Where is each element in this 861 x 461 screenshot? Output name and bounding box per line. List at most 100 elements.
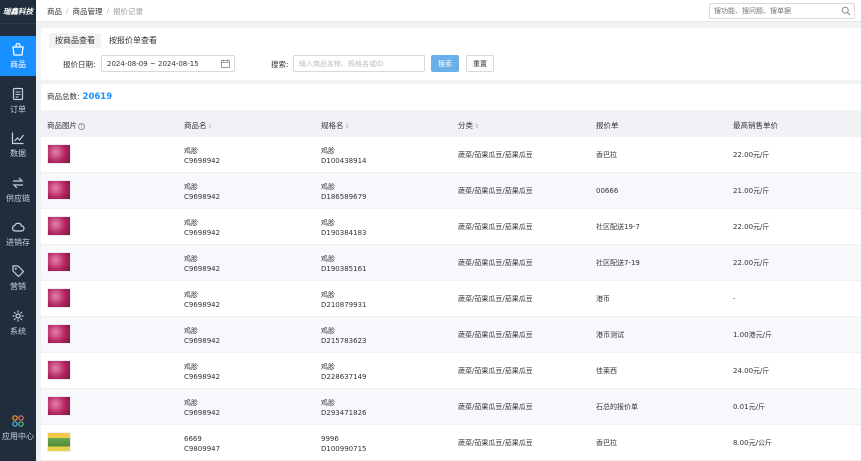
max-price-cell: - [733,294,736,304]
product-image[interactable] [47,432,71,452]
max-price-cell: 22.00元/斤 [733,222,769,232]
search-button[interactable]: 搜索 [431,55,459,72]
breadcrumb-current: 报价记录 [113,7,144,16]
category-cell: 蔬菜/茄果瓜豆/茄果瓜豆 [458,366,533,376]
column-header-sortable[interactable]: 规格名⇕ [321,120,350,131]
product-image[interactable] [47,324,71,344]
product-image[interactable] [47,288,71,308]
max-price: 24.00元/斤 [733,367,770,375]
spec-name: 鸡胗 [321,219,335,227]
spec-name-id: D190384183 [321,229,367,237]
quote-name: 00666 [596,187,619,195]
max-price: 22.00元/斤 [733,151,770,159]
quote-name: 社区配送19-7 [596,223,640,231]
product-image[interactable] [47,396,71,416]
help-icon[interactable]: ? [78,123,85,130]
quote-name-cell: 石总的报价单 [596,402,638,412]
spec-name-id: D293471826 [321,409,367,417]
gear-icon [12,310,24,322]
product-image[interactable] [47,216,71,236]
exchange-icon [12,177,24,189]
sidebar-item-inventory[interactable]: 进销存 [0,214,36,254]
product-name-id: C9809947 [184,445,221,453]
spec-name-id: D210879931 [321,301,367,309]
table-row[interactable]: 鸡胗 C9698942 鸡胗 D215783623 蔬菜/茄果瓜豆/茄果瓜豆 港币测试 1.… [41,317,861,353]
product-image[interactable] [47,180,71,200]
global-search-input[interactable] [710,4,838,18]
product-name-cell: 鸡胗 C9698942 [184,362,220,382]
table-row[interactable]: 鸡胗 C9698942 鸡胗 D190385161 蔬菜/茄果瓜豆/茄果瓜豆 社区配送7-… [41,245,861,281]
breadcrumb-item[interactable]: 商品 [47,7,62,16]
keyword-search-input[interactable] [293,55,425,72]
search-icon[interactable] [841,6,851,16]
category: 蔬菜/茄果瓜豆/茄果瓜豆 [458,331,533,339]
table-row[interactable]: 鸡胗 C9698942 鸡胗 D228637149 蔬菜/茄果瓜豆/茄果瓜豆 佳莱西 24.… [41,353,861,389]
date-range-picker[interactable]: 2024-08-09 ~ 2024-08-15 [101,55,235,72]
max-price-cell: 8.00元/公斤 [733,438,772,448]
spec-name-cell: 鸡胗 D210879931 [321,290,366,310]
tab-by-goods[interactable]: 按商品查看 [49,33,101,48]
sort-icon: ⇕ [207,123,213,130]
spec-name-id: D100438914 [321,157,367,165]
sidebar-item-supply-chain[interactable]: 供应链 [0,170,36,210]
spec-name: 鸡胗 [321,399,335,407]
reset-button[interactable]: 重置 [466,55,494,72]
sidebar-item-label: 应用中心 [2,432,34,441]
sidebar-item-orders[interactable]: 订单 [0,81,36,121]
filter-panel: 按商品查看 按报价单查看 报价日期: 2024-08-09 ~ 2024-08-… [41,28,861,80]
table-row[interactable]: 6669 C9809947 9996 D100990715 蔬菜/茄果瓜豆/茄果瓜豆 香巴… [41,425,861,461]
sidebar-item-label: 商品 [10,60,26,69]
spec-name-id: D190385161 [321,265,367,273]
product-image[interactable] [47,144,71,164]
category: 蔬菜/茄果瓜豆/茄果瓜豆 [458,151,533,159]
table-row[interactable]: 鸡胗 C9698942 鸡胗 D186589679 蔬菜/茄果瓜豆/茄果瓜豆 00666 2… [41,173,861,209]
max-price: 22.00元/斤 [733,259,770,267]
sidebar-item-system[interactable]: 系统 [0,303,36,343]
breadcrumb-item[interactable]: 商品管理 [73,7,103,16]
table-row[interactable]: 鸡胗 C9698942 鸡胗 D210879931 蔬菜/茄果瓜豆/茄果瓜豆 港币 - [41,281,861,317]
category-cell: 蔬菜/茄果瓜豆/茄果瓜豆 [458,186,533,196]
spec-name: 鸡胗 [321,327,335,335]
tab-by-quote[interactable]: 按报价单查看 [103,33,163,48]
product-name: 鸡胗 [184,327,198,335]
sidebar-item-label: 供应链 [6,194,30,203]
column-header-sortable[interactable]: 分类⇕ [458,120,479,131]
sidebar-item-label: 系统 [10,327,26,336]
product-image[interactable] [47,360,71,380]
quote-name: 香巴拉 [596,151,617,159]
calendar-icon [221,59,230,68]
max-price: 0.01元/斤 [733,403,765,411]
product-name-id: C9698942 [184,157,221,165]
product-name-id: C9698942 [184,373,221,381]
max-price-cell: 21.00元/斤 [733,186,769,196]
sidebar-item-marketing[interactable]: 营销 [0,258,36,298]
column-header-sortable[interactable]: 商品名⇕ [184,120,213,131]
quote-name: 香巴拉 [596,439,617,447]
sidebar-item-goods[interactable]: 商品 [0,36,36,76]
date-range-value: 2024-08-09 ~ 2024-08-15 [107,60,199,68]
quote-name: 石总的报价单 [596,403,638,411]
spec-name-cell: 鸡胗 D190385161 [321,254,366,274]
max-price: 21.00元/斤 [733,187,770,195]
quote-name-cell: 香巴拉 [596,150,617,160]
product-image[interactable] [47,252,71,272]
spec-name: 鸡胗 [321,255,335,263]
quote-name-cell: 社区配送19-7 [596,222,640,232]
quote-table: 商品总数: 20619 商品图片? 商品名⇕ 规格名⇕ 分类⇕ 报价单 最高销售单… [41,84,861,461]
apps-icon [12,415,24,427]
product-name-id: C9698942 [184,409,221,417]
spec-name-cell: 鸡胗 D215783623 [321,326,366,346]
table-row[interactable]: 鸡胗 C9698942 鸡胗 D100438914 蔬菜/茄果瓜豆/茄果瓜豆 香巴拉 22.… [41,137,861,173]
product-name: 鸡胗 [184,363,198,371]
max-price: - [733,295,736,303]
product-name-id: C9698942 [184,193,221,201]
column-header: 最高销售单价 [733,121,778,130]
table-row[interactable]: 鸡胗 C9698942 鸡胗 D190384183 蔬菜/茄果瓜豆/茄果瓜豆 社区配送19… [41,209,861,245]
sidebar-item-data[interactable]: 数据 [0,125,36,165]
table-row[interactable]: 鸡胗 C9698942 鸡胗 D293471826 蔬菜/茄果瓜豆/茄果瓜豆 石总的报价单… [41,389,861,425]
category-cell: 蔬菜/茄果瓜豆/茄果瓜豆 [458,294,533,304]
sidebar-item-app-center[interactable]: 应用中心 [0,408,36,448]
max-price-cell: 22.00元/斤 [733,258,769,268]
product-name-cell: 鸡胗 C9698942 [184,290,220,310]
spec-name-cell: 鸡胗 D293471826 [321,398,366,418]
